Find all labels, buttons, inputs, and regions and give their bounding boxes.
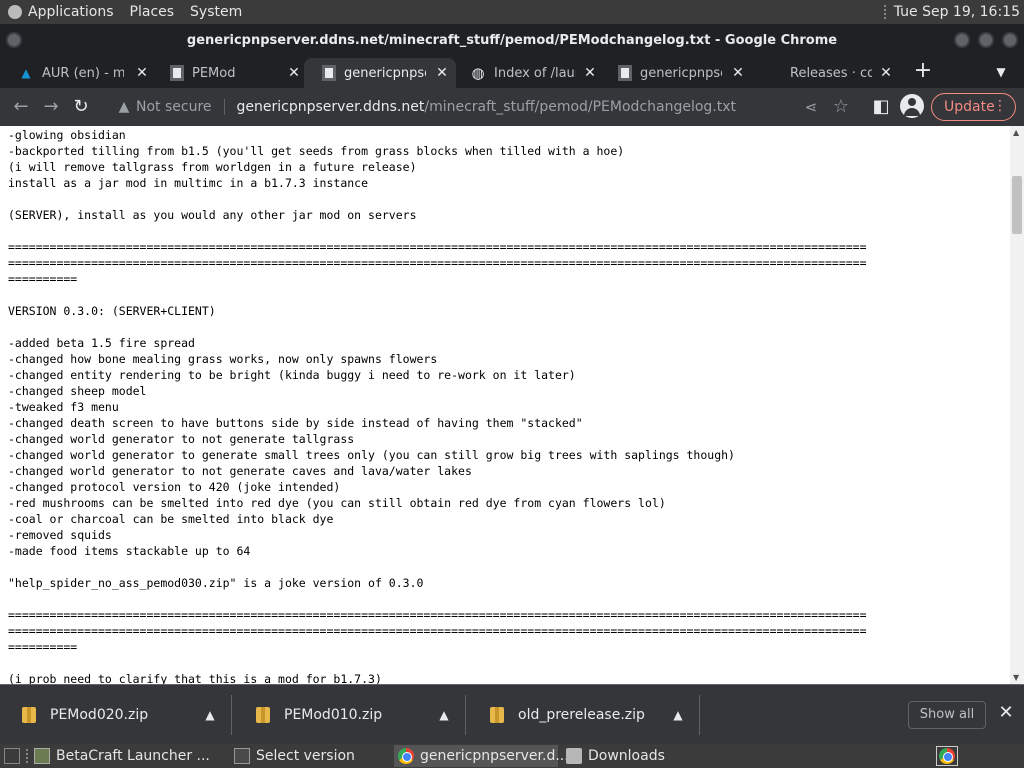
download-name: old_prerelease.zip [518, 707, 645, 723]
arch-icon: ▲ [21, 66, 31, 80]
task-label: genericpnpserver.d... [420, 748, 569, 764]
share-icon[interactable]: ⋖ [796, 92, 826, 122]
warning-triangle-icon[interactable]: ▲ [112, 99, 136, 115]
window-icon [234, 748, 250, 764]
top-panel: Applications Places System Tue Sep 19, 1… [0, 0, 1024, 24]
side-panel-icon[interactable]: ◧ [866, 92, 896, 122]
chevron-up-icon[interactable]: ▲ [668, 708, 688, 722]
places-menu[interactable]: Places [122, 0, 183, 24]
tab-label: genericpnpser [640, 65, 722, 81]
tab-close-icon[interactable]: ✕ [134, 65, 150, 81]
tab-releases[interactable]: ● Releases · coff ✕ [748, 58, 900, 88]
tab-close-icon[interactable]: ✕ [582, 65, 598, 81]
window-title-bar: genericpnpserver.ddns.net/minecraft_stuf… [0, 24, 1024, 56]
show-all-downloads-button[interactable]: Show all [908, 701, 986, 729]
download-name: PEMod010.zip [284, 707, 383, 723]
github-icon: ● [768, 66, 780, 80]
tab-close-icon[interactable]: ✕ [730, 65, 746, 81]
panel-handle-icon [883, 5, 888, 19]
tab-genericpnpserver[interactable]: genericpnpser ✕ [600, 58, 752, 88]
zip-file-icon [22, 707, 36, 723]
security-status[interactable]: Not secure [136, 99, 212, 115]
download-item[interactable]: PEMod010.zip ▲ [234, 695, 466, 735]
forward-arrow-icon[interactable]: → [36, 92, 66, 122]
taskbar: BetaCraft Launcher ... Select version ge… [0, 744, 1024, 768]
zip-file-icon [490, 707, 504, 723]
chrome-icon [398, 748, 414, 764]
new-tab-plus-icon[interactable]: + [912, 60, 934, 84]
task-label: Select version [256, 748, 355, 764]
menu-dots-icon: ⋮ [993, 98, 1007, 114]
page-icon [322, 65, 336, 81]
page-icon [618, 65, 632, 81]
download-item[interactable]: old_prerelease.zip ▲ [468, 695, 700, 735]
task-select-version[interactable]: Select version [230, 745, 390, 767]
tab-aur[interactable]: ▲ AUR (en) - mir ✕ [0, 58, 156, 88]
update-button-label: Update [944, 99, 995, 115]
url-path[interactable]: /minecraft_stuff/pemod/PEModchangelog.tx… [424, 99, 736, 115]
tab-label: Releases · coff [790, 65, 872, 81]
tab-label: genericpnpser [344, 65, 426, 81]
tab-genericpnpserver-active[interactable]: genericpnpser ✕ [304, 58, 456, 88]
tray-chrome-icon[interactable] [936, 746, 958, 766]
panel-tray: Tue Sep 19, 16:15 [883, 4, 1024, 20]
tab-label: PEMod [192, 65, 236, 81]
window-menu-button[interactable] [6, 32, 22, 48]
betacraft-icon [34, 748, 50, 764]
browser-toolbar: ← → ↻ ▲ Not secure genericpnpserver.ddns… [0, 88, 1024, 126]
clock[interactable]: Tue Sep 19, 16:15 [894, 4, 1020, 20]
globe-icon: ◍ [471, 64, 485, 82]
chevron-up-icon[interactable]: ▲ [200, 708, 220, 722]
applications-menu-label: Applications [28, 4, 114, 20]
chrome-icon [939, 748, 955, 764]
show-desktop-icon[interactable] [4, 748, 20, 764]
address-separator [223, 99, 225, 115]
tab-label: AUR (en) - mir [42, 65, 124, 81]
chevron-up-icon[interactable]: ▲ [434, 708, 454, 722]
address-bar[interactable]: ▲ Not secure genericpnpserver.ddns.net /… [108, 93, 788, 121]
folder-icon [566, 748, 582, 764]
task-label: Downloads [588, 748, 665, 764]
task-downloads[interactable]: Downloads [562, 745, 722, 767]
page-content: -glowing obsidian -backported tilling fr… [0, 126, 1010, 684]
download-shelf: PEMod020.zip ▲ PEMod010.zip ▲ old_prerel… [0, 684, 1024, 744]
foot-icon [8, 5, 22, 19]
zip-file-icon [256, 707, 270, 723]
applications-menu[interactable]: Applications [0, 0, 122, 24]
page-scrollbar[interactable]: ▲ ▼ [1010, 126, 1024, 684]
tab-strip: ▲ AUR (en) - mir ✕ PEMod ✕ genericpnpser… [0, 56, 1024, 88]
tab-pemod[interactable]: PEMod ✕ [152, 58, 308, 88]
tab-close-icon[interactable]: ✕ [878, 65, 894, 81]
scroll-up-arrow-icon[interactable]: ▲ [1013, 128, 1019, 137]
bookmark-star-icon[interactable]: ☆ [826, 92, 856, 122]
task-betacraft[interactable]: BetaCraft Launcher ... [30, 745, 226, 767]
system-menu[interactable]: System [182, 0, 250, 24]
tab-index-of[interactable]: ◍ Index of /launc ✕ [452, 58, 604, 88]
scroll-down-arrow-icon[interactable]: ▼ [1013, 673, 1019, 682]
tab-close-icon[interactable]: ✕ [434, 65, 450, 81]
download-name: PEMod020.zip [50, 707, 149, 723]
changelog-text: -glowing obsidian -backported tilling fr… [8, 128, 867, 684]
window-title: genericpnpserver.ddns.net/minecraft_stuf… [186, 32, 838, 48]
page-icon [170, 65, 184, 81]
close-shelf-icon[interactable]: ✕ [996, 703, 1016, 723]
back-arrow-icon[interactable]: ← [6, 92, 36, 122]
tab-search-chevron-icon[interactable]: ▼ [990, 62, 1012, 82]
task-label: BetaCraft Launcher ... [56, 748, 210, 764]
task-chrome-active[interactable]: genericpnpserver.d... [394, 745, 569, 767]
reload-icon[interactable]: ↻ [66, 92, 96, 122]
url-host[interactable]: genericpnpserver.ddns.net [237, 99, 425, 115]
scroll-thumb[interactable] [1012, 176, 1022, 234]
update-button[interactable]: Update ⋮ [931, 93, 1016, 121]
minimize-button[interactable] [954, 32, 970, 48]
profile-avatar-icon[interactable] [900, 94, 924, 118]
tab-close-icon[interactable]: ✕ [286, 65, 302, 81]
download-item[interactable]: PEMod020.zip ▲ [0, 695, 232, 735]
window-close-button[interactable] [1002, 32, 1018, 48]
maximize-button[interactable] [978, 32, 994, 48]
tab-label: Index of /launc [494, 65, 576, 81]
